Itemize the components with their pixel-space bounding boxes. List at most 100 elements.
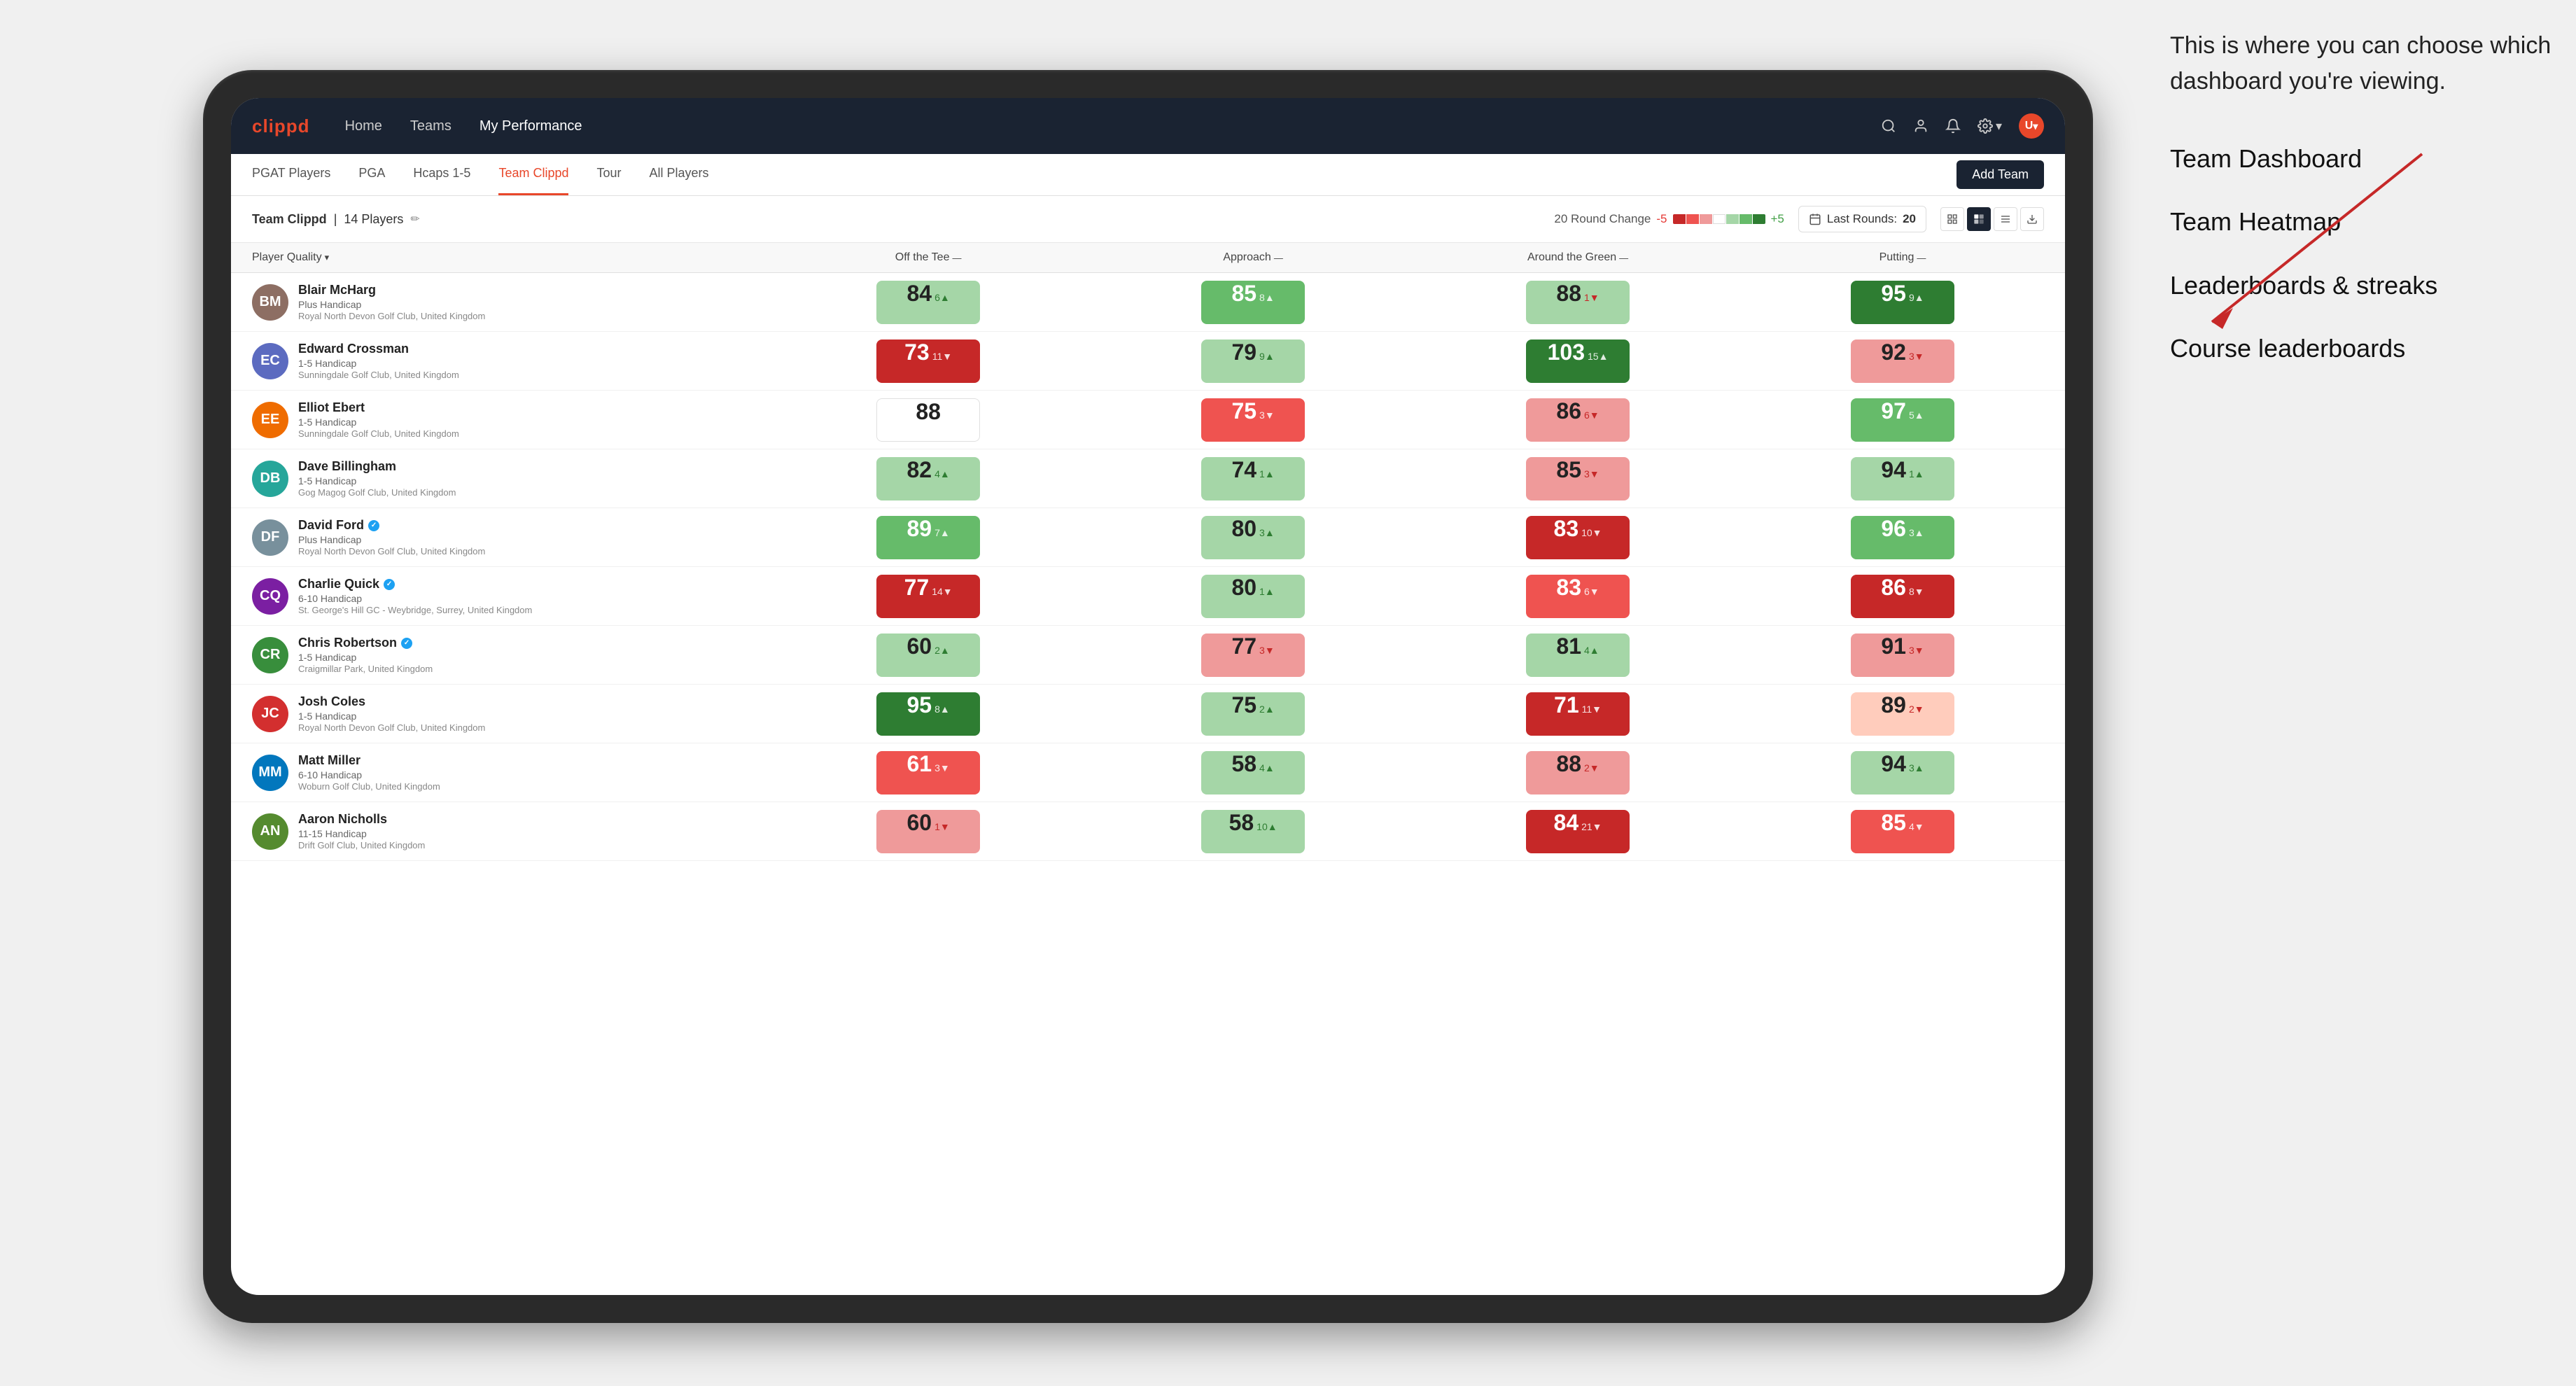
score-box: 84 6▲ [876,281,980,324]
settings-button[interactable]: ▾ [1977,118,2002,134]
nav-link-myperformance[interactable]: My Performance [479,118,582,134]
tab-all-players[interactable]: All Players [650,154,709,195]
avatar: DF [252,519,288,556]
score-box: 73 11▼ [876,340,980,383]
score-cell: 88 [766,391,1091,449]
score-cell: 61 3▼ [766,743,1091,802]
edit-icon[interactable]: ✏ [410,212,419,226]
score-box: 97 5▲ [1851,398,1954,442]
table-row[interactable]: EC Edward Crossman 1-5 Handicap Sunningd… [231,332,2065,391]
download-button[interactable] [2020,207,2044,231]
change-positive: +5 [1771,212,1784,226]
player-details: Chris Robertson ✓ 1-5 Handicap Craigmill… [298,636,433,674]
search-icon [1881,118,1896,134]
annotation-intro-text: This is where you can choose which dashb… [2170,28,2562,99]
nav-link-teams[interactable]: Teams [410,118,451,134]
table-row[interactable]: AN Aaron Nicholls 11-15 Handicap Drift G… [231,802,2065,861]
table-row[interactable]: BM Blair McHarg Plus Handicap Royal Nort… [231,273,2065,332]
score-cell: 85 4▼ [1740,802,2065,861]
tab-hcaps[interactable]: Hcaps 1-5 [413,154,470,195]
table-row[interactable]: DF David Ford ✓ Plus Handicap Royal Nort… [231,508,2065,567]
last-rounds-button[interactable]: Last Rounds: 20 [1798,206,1926,232]
view-heatmap-button[interactable] [1967,207,1991,231]
tab-tour[interactable]: Tour [596,154,621,195]
round-change: 20 Round Change -5 +5 [1554,212,1784,226]
col-sort-approach[interactable]: Approach — [1098,251,1408,264]
col-sort-player[interactable]: Player Quality ▾ [252,251,759,264]
verified-icon: ✓ [368,520,379,531]
score-cell: 82 4▲ [766,449,1091,508]
score-box: 95 9▲ [1851,281,1954,324]
player-handicap: 6-10 Handicap [298,769,440,780]
player-info-container: EC Edward Crossman 1-5 Handicap Sunningd… [231,332,766,390]
score-cell: 83 10▼ [1415,508,1740,567]
player-info-container: EE Elliot Ebert 1-5 Handicap Sunningdale… [231,391,766,449]
score-cell: 92 3▼ [1740,332,2065,391]
verified-icon: ✓ [384,579,395,590]
player-cell[interactable]: BM Blair McHarg Plus Handicap Royal Nort… [231,273,766,332]
score-cell: 84 6▲ [766,273,1091,332]
avatar: CQ [252,578,288,615]
score-cell: 58 4▲ [1091,743,1415,802]
add-team-button[interactable]: Add Team [1956,160,2044,189]
player-club: St. George's Hill GC - Weybridge, Surrey… [298,605,532,615]
player-details: Charlie Quick ✓ 6-10 Handicap St. George… [298,577,532,615]
player-name: Dave Billingham [298,459,456,474]
score-cell: 74 1▲ [1091,449,1415,508]
nav-bar: clippd Home Teams My Performance [231,98,2065,154]
score-box: 60 1▼ [876,810,980,853]
nav-link-home[interactable]: Home [345,118,382,134]
table-row[interactable]: MM Matt Miller 6-10 Handicap Woburn Golf… [231,743,2065,802]
table-row[interactable]: DB Dave Billingham 1-5 Handicap Gog Mago… [231,449,2065,508]
col-header-approach: Approach — [1091,243,1415,273]
tab-pgat-players[interactable]: PGAT Players [252,154,330,195]
score-box: 95 8▲ [876,692,980,736]
player-cell[interactable]: DB Dave Billingham 1-5 Handicap Gog Mago… [231,449,766,508]
score-box: 103 15▲ [1526,340,1630,383]
bell-icon [1945,118,1961,134]
player-cell[interactable]: MM Matt Miller 6-10 Handicap Woburn Golf… [231,743,766,802]
calendar-icon [1809,213,1821,225]
profile-button[interactable] [1913,118,1928,134]
player-info-container: CR Chris Robertson ✓ 1-5 Handicap Craigm… [231,626,766,684]
score-cell: 95 8▲ [766,685,1091,743]
score-box: 77 3▼ [1201,634,1305,677]
player-cell[interactable]: CQ Charlie Quick ✓ 6-10 Handicap St. Geo… [231,567,766,626]
tab-pga[interactable]: PGA [358,154,385,195]
avatar: BM [252,284,288,321]
team-separator: | [334,212,337,227]
score-box: 94 1▲ [1851,457,1954,500]
score-cell: 95 9▲ [1740,273,2065,332]
table-body: BM Blair McHarg Plus Handicap Royal Nort… [231,273,2065,861]
score-cell: 80 1▲ [1091,567,1415,626]
view-grid-button[interactable] [1940,207,1964,231]
search-button[interactable] [1881,118,1896,134]
player-cell[interactable]: AN Aaron Nicholls 11-15 Handicap Drift G… [231,802,766,861]
heatmap-icon [1973,214,1984,225]
view-list-button[interactable] [1994,207,2017,231]
player-cell[interactable]: CR Chris Robertson ✓ 1-5 Handicap Craigm… [231,626,766,685]
player-cell[interactable]: JC Josh Coles 1-5 Handicap Royal North D… [231,685,766,743]
col-sort-aroundgreen[interactable]: Around the Green — [1422,251,1733,264]
table-row[interactable]: EE Elliot Ebert 1-5 Handicap Sunningdale… [231,391,2065,449]
player-info-container: DF David Ford ✓ Plus Handicap Royal Nort… [231,508,766,566]
table-row[interactable]: CQ Charlie Quick ✓ 6-10 Handicap St. Geo… [231,567,2065,626]
col-sort-offtee[interactable]: Off the Tee — [773,251,1084,264]
score-box: 80 1▲ [1201,575,1305,618]
player-cell[interactable]: EC Edward Crossman 1-5 Handicap Sunningd… [231,332,766,391]
notifications-button[interactable] [1945,118,1961,134]
score-box: 89 2▼ [1851,692,1954,736]
player-cell[interactable]: DF David Ford ✓ Plus Handicap Royal Nort… [231,508,766,567]
col-sort-putting[interactable]: Putting — [1747,251,2058,264]
tab-team-clippd[interactable]: Team Clippd [498,154,568,195]
score-cell: 75 2▲ [1091,685,1415,743]
table-row[interactable]: JC Josh Coles 1-5 Handicap Royal North D… [231,685,2065,743]
team-name-area: Team Clippd | 14 Players ✏ [252,212,420,227]
player-cell[interactable]: EE Elliot Ebert 1-5 Handicap Sunningdale… [231,391,766,449]
person-icon [1913,118,1928,134]
player-name: Elliot Ebert [298,400,459,415]
score-cell: 81 4▲ [1415,626,1740,685]
table-row[interactable]: CR Chris Robertson ✓ 1-5 Handicap Craigm… [231,626,2065,685]
team-name: Team Clippd [252,212,327,227]
avatar[interactable]: U ▾ [2019,113,2044,139]
